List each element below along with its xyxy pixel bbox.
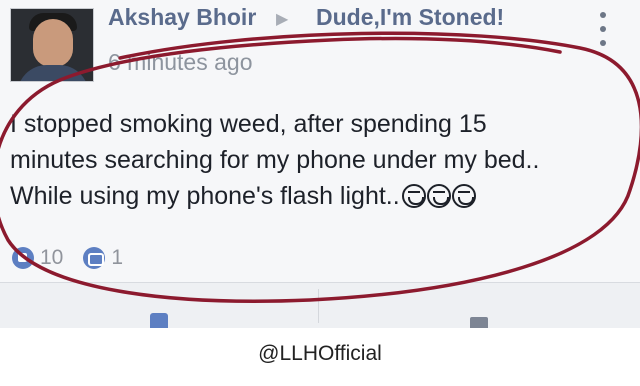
post-stats: 10 1	[12, 246, 123, 270]
author-name-link[interactable]: Akshay Bhoir	[108, 4, 256, 31]
laughing-face-icon	[451, 184, 476, 209]
divider	[318, 289, 319, 323]
watermark-handle: @LLHOfficial	[258, 342, 382, 365]
like-count[interactable]: 10	[40, 246, 63, 270]
menu-dot	[600, 26, 606, 32]
watermark-area: @LLHOfficial	[0, 328, 640, 386]
menu-dot	[600, 40, 606, 46]
emoji-group	[401, 179, 477, 215]
facebook-post: Akshay Bhoir ▶ Dude,I'm Stoned! 6 minute…	[0, 0, 640, 328]
post-text-line: minutes searching for my phone under my …	[10, 146, 540, 174]
group-name-link[interactable]: Dude,I'm Stoned!	[316, 4, 504, 31]
avatar-shirt	[17, 65, 89, 81]
comment-count-icon	[83, 247, 106, 269]
post-card: Akshay Bhoir ▶ Dude,I'm Stoned! 6 minute…	[0, 0, 640, 282]
laughing-face-icon	[401, 184, 426, 209]
thumbs-up-icon[interactable]	[150, 313, 168, 328]
triangle-right-icon: ▶	[276, 11, 289, 28]
post-text-line-last: While using my phone's flash light..	[10, 178, 610, 215]
action-bar	[0, 282, 640, 328]
vertical-ellipsis-icon[interactable]	[594, 12, 612, 46]
like-count-icon	[12, 247, 34, 269]
menu-dot	[600, 12, 606, 18]
comment-count[interactable]: 1	[111, 246, 123, 270]
post-text-line: While using my phone's flash light..	[10, 182, 400, 210]
post-body: I stopped smoking weed, after spending 1…	[10, 106, 610, 215]
avatar-face	[33, 19, 73, 67]
comment-icon[interactable]	[470, 317, 488, 328]
post-text-line: I stopped smoking weed, after spending 1…	[10, 110, 487, 138]
post-timestamp[interactable]: 6 minutes ago	[108, 49, 252, 76]
laughing-face-icon	[426, 184, 451, 209]
avatar[interactable]	[10, 8, 94, 82]
